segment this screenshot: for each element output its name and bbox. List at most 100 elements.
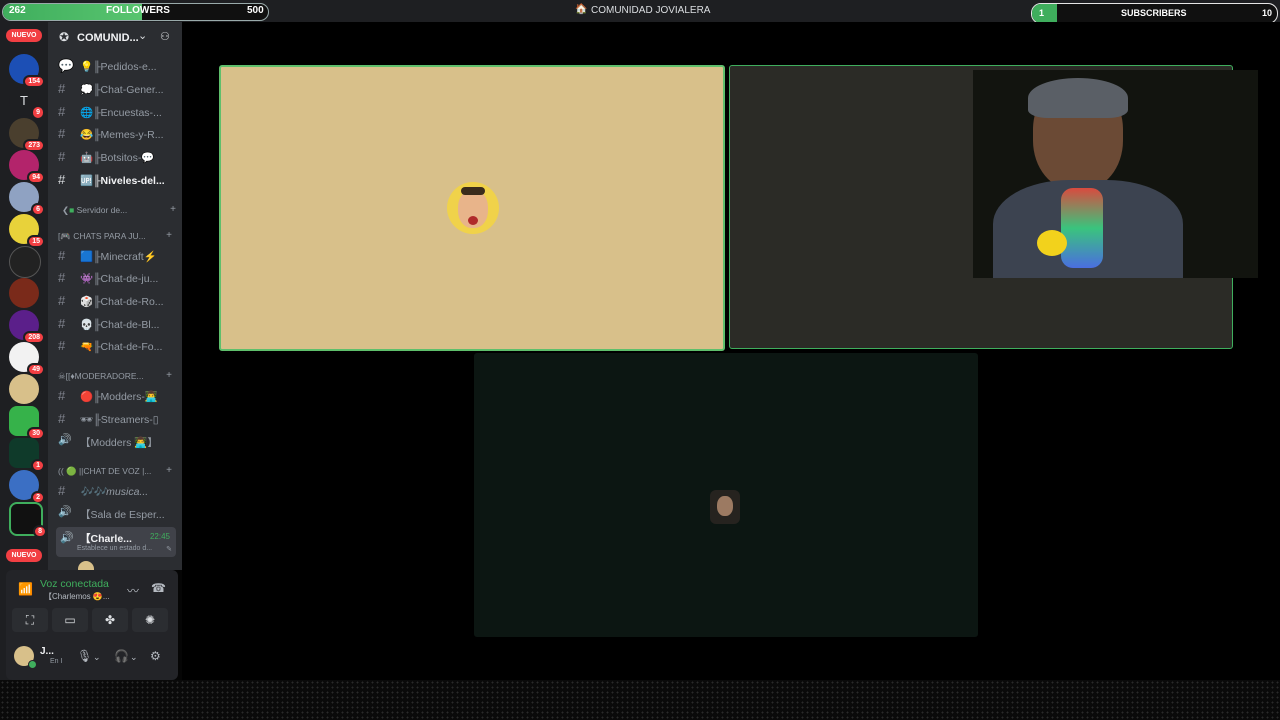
hash-icon: #	[58, 248, 66, 263]
add-user-icon[interactable]: ⚇	[160, 30, 170, 43]
channel-label: 💀╟Chat-de-Bl...	[80, 319, 160, 331]
guild-icon[interactable]: 2	[9, 470, 45, 504]
guild-icon[interactable]	[9, 246, 41, 278]
guild-icon[interactable]: 6	[9, 182, 45, 216]
voice-elapsed-time: 22:45	[149, 532, 170, 541]
channel-label: 🔫╟Chat-de-Fo...	[80, 341, 163, 353]
guild-icon-selected[interactable]	[9, 374, 39, 404]
channel-label: 🟦╟Minecraft⚡	[80, 251, 157, 263]
speaker-icon: 🔊	[58, 434, 72, 446]
channel-item[interactable]: # 🎲╟Chat-de-Ro...	[56, 291, 176, 311]
chevron-down-icon: ⌄	[138, 30, 148, 42]
followers-goal-bar: 262 FOLLOWERS 500	[2, 3, 269, 21]
category-servidor[interactable]: ❮■ Servidor de... +	[62, 205, 180, 216]
channel-sidebar: ✪ COMUNID... ⌄ ⚇ 💬 💡╟Pedidos-e... # 💭╟Chat…	[48, 22, 182, 570]
channel-item[interactable]: # 🟦╟Minecraft⚡	[56, 246, 176, 266]
server-name: COMUNID...	[77, 32, 139, 44]
camera-off-icon: ⛶	[25, 613, 35, 627]
screen-share-button[interactable]: ▭	[52, 608, 88, 632]
channel-item-unread[interactable]: # 🆙╟Niveles-del...	[56, 170, 176, 190]
user-status: En I	[50, 658, 63, 665]
signal-icon: 📶	[18, 582, 33, 596]
followers-goal: 500	[247, 5, 264, 16]
new-badge-top[interactable]: NUEVO	[6, 29, 42, 42]
new-badge-bottom[interactable]: NUEVO	[6, 549, 42, 562]
activities-button[interactable]: ✤	[92, 608, 128, 632]
hash-icon: #	[58, 411, 66, 426]
soundboard-icon: ✺	[144, 613, 156, 627]
noise-suppression-icon[interactable]: 〰	[127, 582, 139, 599]
voice-connected-label[interactable]: Voz conectada	[40, 578, 109, 590]
camera-button[interactable]: ⛶	[12, 608, 48, 632]
online-status-dot	[28, 660, 37, 669]
app-root: 262 FOLLOWERS 500 🏠 COMUNIDAD JOVIALERA …	[0, 0, 1280, 720]
headphones-icon[interactable]: 🎧	[114, 649, 129, 663]
hash-icon: #	[58, 293, 66, 308]
guild-badge: 9	[31, 105, 45, 120]
channel-item[interactable]: # 🔴╟Modders-👨‍💻	[56, 386, 176, 406]
soundboard-button[interactable]: ✺	[132, 608, 168, 632]
user-panel: 📶 Voz conectada 【Charlemos 😍... 〰 ☎ ⛶ ▭ …	[6, 570, 178, 680]
mic-icon[interactable]: 🎙	[77, 649, 92, 663]
guild-badge: 94	[27, 171, 45, 184]
chevron-down-icon[interactable]: ⌄	[130, 652, 138, 663]
pencil-icon[interactable]: ✎	[166, 545, 172, 553]
voice-channel-item[interactable]: 🔊 【Modders 👨‍💻】	[56, 431, 176, 451]
category-chat-de-voz[interactable]: (( 🟢 ||CHAT DE VOZ |... +	[58, 466, 176, 477]
voice-channel-active[interactable]: 🔊 【Charle... 22:45 Establece un estado d…	[56, 527, 176, 557]
voice-call-stage	[182, 22, 1280, 680]
chevron-down-icon[interactable]: ⌄	[93, 652, 101, 663]
window-title: COMUNIDAD JOVIALERA	[591, 5, 711, 16]
guild-icon[interactable]: 8	[9, 502, 47, 538]
speaker-icon: 🔊	[60, 532, 74, 544]
participant-tile-camera-2[interactable]	[474, 353, 978, 637]
category-chats-juegos[interactable]: [🎮 CHATS PARA JU... +	[58, 231, 176, 242]
hash-icon: #	[58, 388, 66, 403]
subscribers-goal: 10	[1262, 8, 1273, 18]
guild-icon[interactable]: 154	[9, 54, 45, 88]
server-header[interactable]: ✪ COMUNID... ⌄ ⚇	[48, 22, 182, 54]
hash-icon: #	[58, 483, 66, 498]
category-moderadores[interactable]: ☠[[♦MODERADORE... +	[58, 371, 176, 382]
set-status-hint[interactable]: Establece un estado d...	[77, 545, 152, 552]
voice-member-avatar[interactable]	[78, 561, 94, 570]
channel-item[interactable]: # 🔫╟Chat-de-Fo...	[56, 336, 176, 356]
channel-item[interactable]: # 🕶╟Streamers-▯	[56, 409, 176, 429]
guild-icon[interactable]: 15	[9, 214, 45, 248]
add-channel-icon[interactable]: +	[170, 205, 176, 215]
voice-channel-name[interactable]: 【Charlemos 😍...	[44, 591, 110, 602]
guild-icon[interactable]: 49	[9, 342, 45, 376]
channel-item[interactable]: # 🎶🎶musica...	[56, 481, 176, 501]
subscribers-progress-fill	[1032, 4, 1057, 23]
channel-item[interactable]: # 👾╟Chat-de-ju...	[56, 268, 176, 288]
title-bar: 262 FOLLOWERS 500 🏠 COMUNIDAD JOVIALERA …	[0, 0, 1280, 24]
channel-item[interactable]: # 💀╟Chat-de-Bl...	[56, 314, 176, 334]
participant-tile-avatar[interactable]	[219, 65, 725, 351]
category-label: Servidor de...	[76, 205, 128, 215]
gear-icon[interactable]: ⚙	[150, 649, 161, 663]
guild-icon[interactable]: 30	[9, 406, 45, 440]
channel-label: 🎶🎶musica...	[80, 486, 149, 498]
channel-item[interactable]: # 😂╟Memes-y-R...	[56, 124, 176, 144]
guild-icon[interactable]: 273	[9, 118, 45, 152]
guild-icon[interactable]	[9, 278, 39, 308]
channel-item[interactable]: # 🤖╟Botsitos-💬	[56, 147, 176, 167]
channel-item[interactable]: # 💭╟Chat-Gener...	[56, 79, 176, 99]
add-channel-icon[interactable]: +	[166, 231, 172, 241]
voice-channel-item[interactable]: 🔊 【Sala de Esper...	[56, 503, 176, 523]
participant-video	[710, 490, 740, 524]
add-channel-icon[interactable]: +	[166, 466, 172, 476]
disconnect-icon[interactable]: ☎	[151, 581, 166, 595]
subscribers-label: SUBSCRIBERS	[1121, 8, 1187, 18]
channel-label: 【Charle...	[80, 533, 132, 545]
guild-icon-text[interactable]: T9	[9, 86, 45, 120]
username[interactable]: J...	[40, 646, 54, 657]
add-channel-icon[interactable]: +	[166, 371, 172, 381]
guild-icon[interactable]: 94	[9, 150, 45, 184]
guild-icon[interactable]: 1	[9, 438, 45, 472]
channel-item[interactable]: 💬 💡╟Pedidos-e...	[56, 56, 176, 76]
channel-item[interactable]: # 🌐╟Encuestas-...	[56, 102, 176, 122]
channel-label: 🆙╟Niveles-del...	[80, 175, 165, 187]
guild-icon[interactable]: 208	[9, 310, 45, 344]
hash-icon: #	[58, 338, 66, 353]
